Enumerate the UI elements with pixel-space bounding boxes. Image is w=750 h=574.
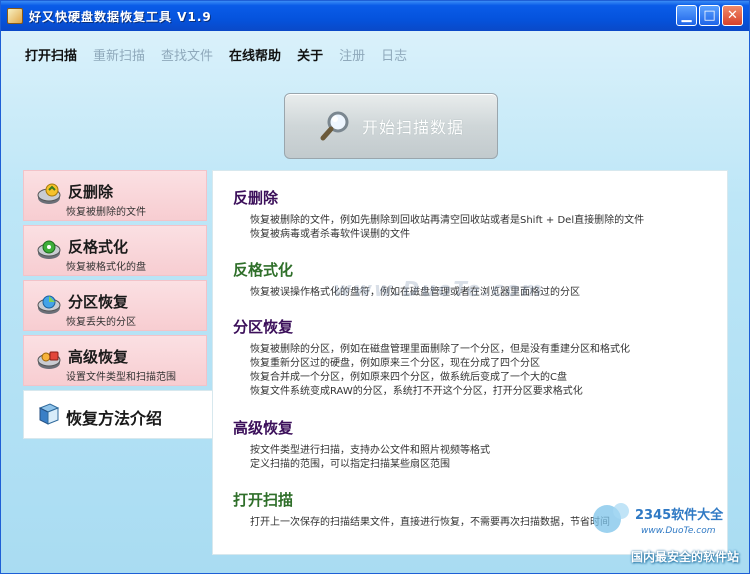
- nav-item-undelete[interactable]: 反删除 恢复被删除的文件: [23, 170, 207, 221]
- menu-bar: 打开扫描 重新扫描 查找文件 在线帮助 关于 注册 日志: [25, 45, 407, 64]
- disk-advanced-icon: [37, 351, 61, 369]
- watermark-brand: 2345软件大全: [635, 507, 724, 523]
- nav-item-unformat[interactable]: 反格式化 恢复被格式化的盘: [23, 225, 207, 276]
- menu-register[interactable]: 注册: [339, 45, 365, 64]
- section-line: 恢复被病毒或者杀毒软件误删的文件: [250, 229, 410, 240]
- section-partition: 分区恢复 恢复被删除的分区，例如在磁盘管理里面删除了一个分区，但是没有重建分区和…: [233, 316, 630, 399]
- app-icon: [7, 8, 23, 24]
- watermark-logo: 2345软件大全 www.DuoTe.com: [593, 503, 724, 536]
- section-title: 高级恢复: [233, 419, 294, 437]
- section-line: 按文件类型进行扫描，支持办公文件和照片视频等格式: [250, 445, 490, 456]
- close-button[interactable]: ✕: [722, 5, 743, 26]
- nav-item-label: 反删除: [68, 183, 114, 201]
- left-nav: 反删除 恢复被删除的文件 反格式化 恢复被格式化的盘 分区恢复 恢复丢失的分区: [23, 170, 215, 443]
- section-line: 恢复被删除的文件，例如先删除到回收站再清空回收站或者是Shift + Del直接…: [250, 215, 645, 226]
- nav-item-methods[interactable]: 恢复方法介绍: [23, 390, 215, 439]
- section-line: 打开上一次保存的扫描结果文件，直接进行恢复，不需要再次扫描数据，节省时间: [250, 517, 610, 528]
- start-scan-button[interactable]: 开始扫描数据: [284, 93, 498, 159]
- nav-item-label: 分区恢复: [68, 293, 129, 311]
- menu-find-file[interactable]: 查找文件: [161, 45, 213, 64]
- watermark-tagline: 国内最安全的软件站: [630, 550, 739, 564]
- section-title: 反删除: [233, 189, 279, 207]
- watermark-text: www.DuoTe.com: [333, 277, 544, 301]
- disk-recycle-icon: [37, 183, 61, 204]
- disk-partition-icon: [37, 295, 61, 314]
- book-icon: [38, 403, 60, 425]
- title-bar[interactable]: 好又快硬盘数据恢复工具 V1.9 ▁ □ ✕: [1, 1, 749, 31]
- start-scan-label: 开始扫描数据: [361, 118, 464, 137]
- menu-open-scan[interactable]: 打开扫描: [25, 45, 77, 64]
- nav-item-subtitle: 恢复被格式化的盘: [66, 262, 146, 273]
- watermark-url: www.DuoTe.com: [641, 526, 716, 536]
- nav-item-subtitle: 恢复丢失的分区: [66, 317, 136, 328]
- minimize-button[interactable]: ▁: [676, 5, 697, 26]
- window-title: 好又快硬盘数据恢复工具 V1.9: [29, 9, 212, 24]
- menu-about[interactable]: 关于: [297, 45, 323, 64]
- section-line: 恢复合并成一个分区，例如原来四个分区，做系统后变成了一个大的C盘: [250, 372, 567, 383]
- section-line: 恢复重新分区过的硬盘，例如原来三个分区，现在分成了四个分区: [250, 358, 540, 369]
- section-undelete: 反删除 恢复被删除的文件，例如先删除到回收站再清空回收站或者是Shift + D…: [233, 187, 644, 242]
- nav-item-label: 高级恢复: [68, 348, 129, 366]
- menu-online-help[interactable]: 在线帮助: [229, 45, 281, 64]
- nav-item-subtitle: 恢复被删除的文件: [66, 207, 146, 218]
- section-advanced: 高级恢复 按文件类型进行扫描，支持办公文件和照片视频等格式 定义扫描的范围，可以…: [233, 417, 490, 472]
- disk-green-icon: [37, 240, 61, 259]
- section-open-scan: 打开扫描 打开上一次保存的扫描结果文件，直接进行恢复，不需要再次扫描数据，节省时…: [233, 489, 610, 530]
- minimize-icon: ▁: [681, 8, 692, 23]
- menu-log[interactable]: 日志: [381, 45, 407, 64]
- app-window: 好又快硬盘数据恢复工具 V1.9 ▁ □ ✕ 打开扫描 重新扫描 查找文件 在线…: [0, 0, 750, 574]
- maximize-button[interactable]: □: [699, 5, 720, 26]
- nav-item-label: 恢复方法介绍: [66, 409, 163, 428]
- section-line: 恢复文件系统变成RAW的分区，系统打不开这个分区，打开分区要求格式化: [250, 386, 583, 397]
- section-line: 恢复被删除的分区，例如在磁盘管理里面删除了一个分区，但是没有重建分区和格式化: [250, 344, 630, 355]
- nav-item-partition[interactable]: 分区恢复 恢复丢失的分区: [23, 280, 207, 331]
- nav-item-subtitle: 设置文件类型和扫描范围: [66, 372, 176, 383]
- section-title: 打开扫描: [233, 491, 294, 509]
- magnifier-icon: [320, 111, 349, 141]
- section-title: 分区恢复: [233, 318, 294, 336]
- nav-item-label: 反格式化: [68, 238, 129, 256]
- window-controls: ▁ □ ✕: [676, 5, 743, 26]
- menu-rescan[interactable]: 重新扫描: [93, 45, 145, 64]
- section-line: 定义扫描的范围，可以指定扫描某些扇区范围: [250, 459, 450, 470]
- close-icon: ✕: [727, 8, 738, 23]
- nav-item-advanced[interactable]: 高级恢复 设置文件类型和扫描范围: [23, 335, 207, 386]
- maximize-icon: □: [703, 8, 716, 23]
